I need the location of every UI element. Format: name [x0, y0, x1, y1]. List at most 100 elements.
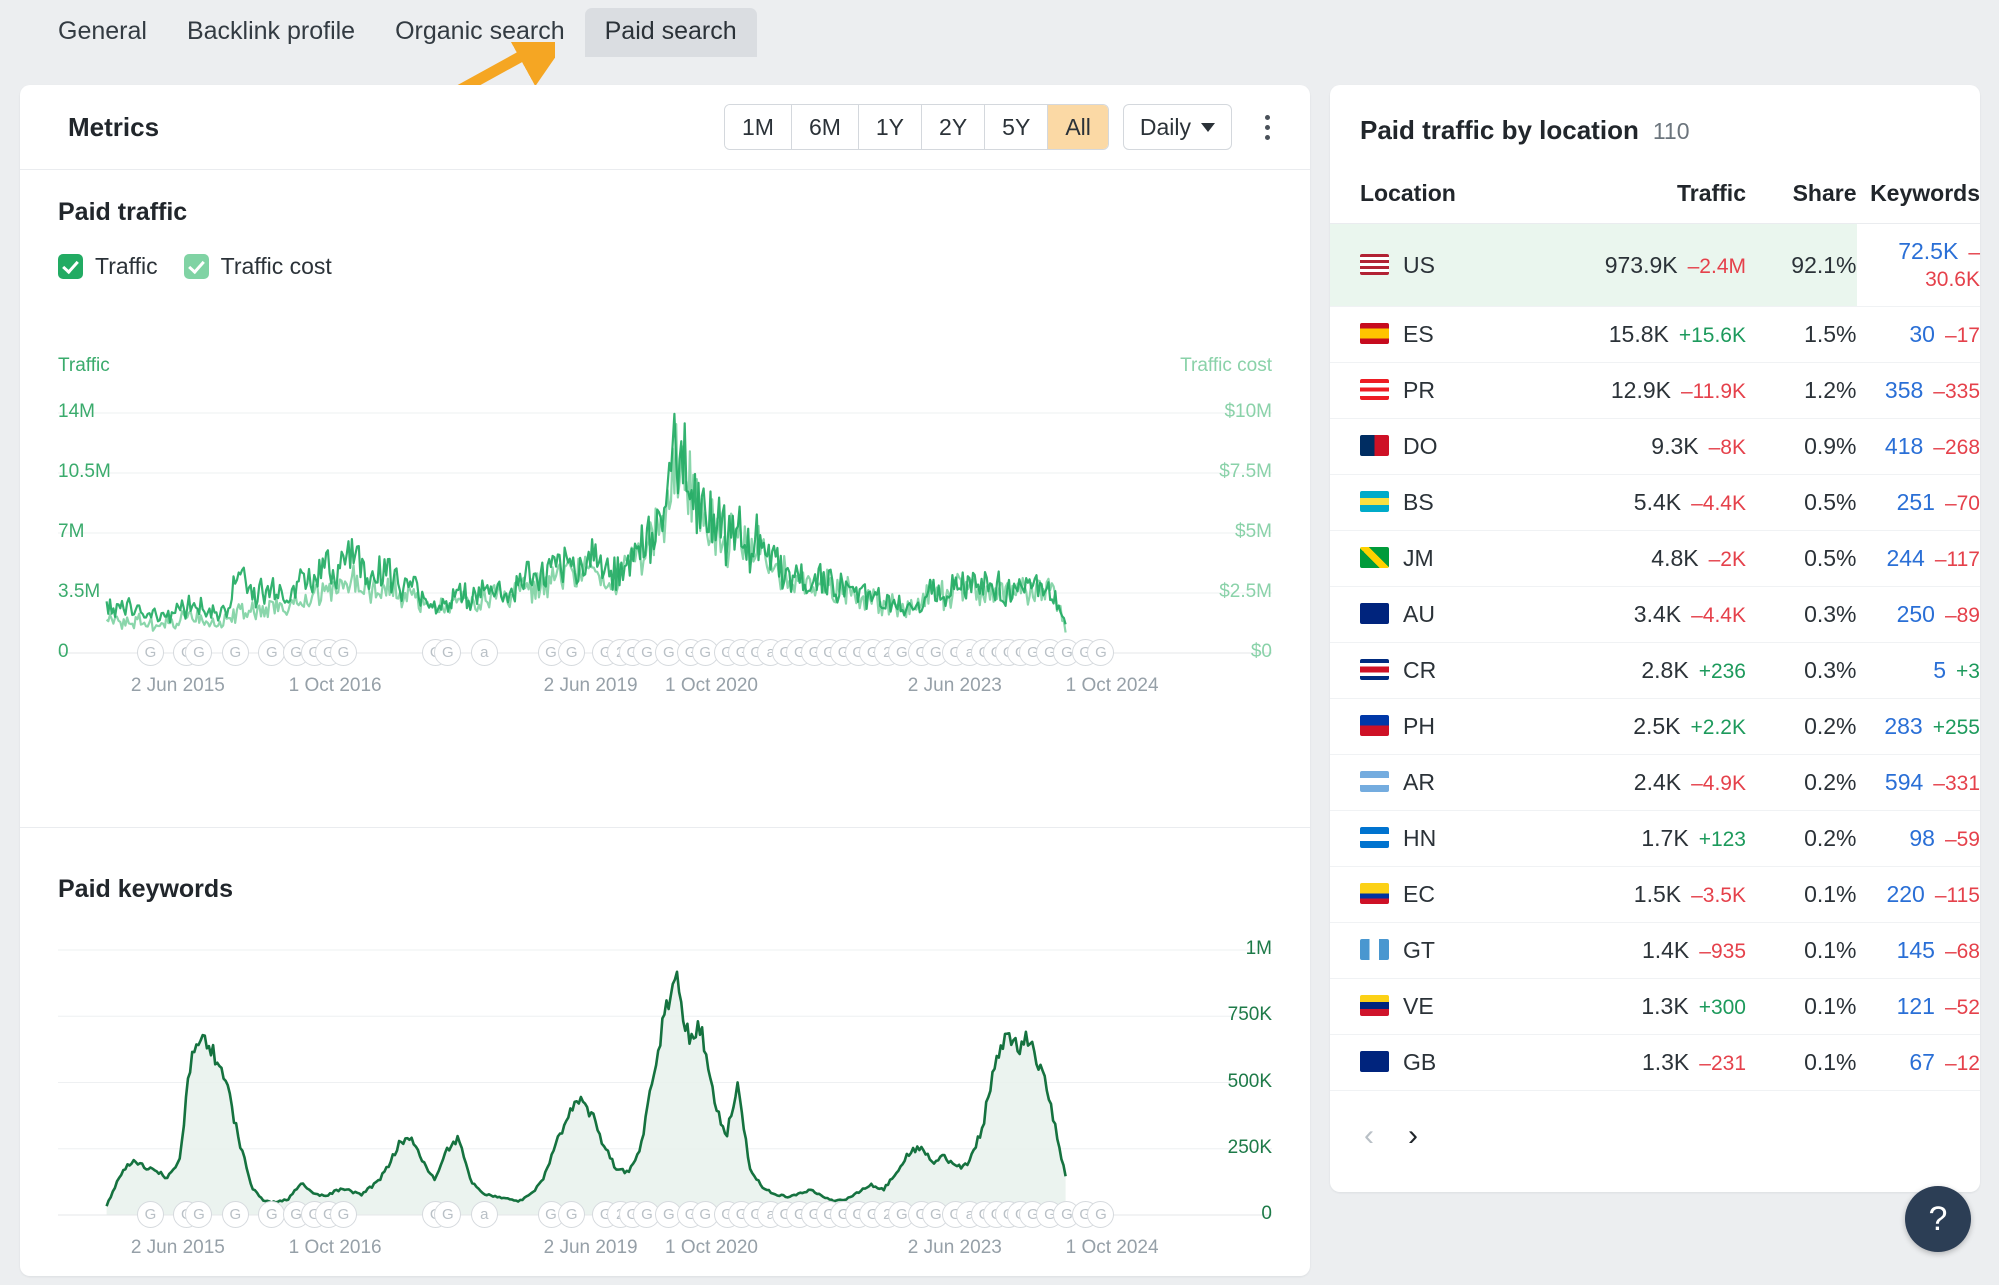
keywords-value[interactable]: 98 — [1909, 825, 1935, 851]
table-row[interactable]: ES15.8K+15.6K1.5%30–17 — [1330, 307, 1980, 363]
range-button-2y[interactable]: 2Y — [922, 105, 985, 149]
share-cell: 0.1% — [1746, 923, 1857, 979]
google-update-marker[interactable]: a — [471, 1201, 498, 1228]
table-row[interactable]: CR2.8K+2360.3%5+3 — [1330, 643, 1980, 699]
prev-page-button[interactable]: ‹ — [1364, 1121, 1374, 1151]
google-update-marker[interactable]: G — [222, 1201, 249, 1228]
google-update-marker[interactable]: a — [471, 639, 498, 666]
tab-paid-search[interactable]: Paid search — [585, 8, 757, 57]
section-divider — [20, 827, 1310, 828]
keywords-value[interactable]: 67 — [1909, 1049, 1935, 1075]
country-code: DO — [1403, 433, 1438, 459]
legend-toggle-traffic[interactable]: Traffic — [58, 253, 158, 280]
flag-icon-es — [1360, 323, 1389, 344]
table-row[interactable]: BS5.4K–4.4K0.5%251–70 — [1330, 475, 1980, 531]
y-axis-tick-right: $5M — [1235, 521, 1272, 543]
traffic-cell: 1.5K–3.5K — [1551, 867, 1746, 923]
range-button-1y[interactable]: 1Y — [859, 105, 922, 149]
keywords-value[interactable]: 358 — [1885, 377, 1923, 403]
keywords-delta: +3 — [1946, 660, 1980, 683]
keywords-value[interactable]: 30 — [1909, 321, 1935, 347]
y-axis-tick: 0 — [1261, 1203, 1272, 1225]
keywords-value[interactable]: 244 — [1886, 545, 1924, 571]
keywords-value[interactable]: 594 — [1885, 769, 1923, 795]
traffic-delta: –4.9K — [1681, 772, 1746, 795]
paid-keywords-chart[interactable]: 1M750K500K250K02 Jun 20151 Oct 20162 Jun… — [58, 940, 1272, 1285]
share-cell: 0.2% — [1746, 755, 1857, 811]
next-page-button[interactable]: › — [1408, 1121, 1418, 1151]
date-range-selector[interactable]: 1M6M1Y2Y5YAll — [724, 104, 1109, 150]
keywords-value[interactable]: 72.5K — [1898, 238, 1958, 264]
traffic-delta: –2K — [1699, 548, 1746, 571]
google-update-marker[interactable]: G — [558, 639, 585, 666]
paid-keywords-section: Paid keywords — [20, 875, 271, 904]
column-header-traffic[interactable]: Traffic — [1551, 168, 1746, 224]
flag-icon-ec — [1360, 883, 1389, 904]
table-row[interactable]: AR2.4K–4.9K0.2%594–331 — [1330, 755, 1980, 811]
keywords-cell: 98–59 — [1857, 811, 1981, 867]
flag-icon-ph — [1360, 715, 1389, 736]
google-update-marker[interactable]: G — [558, 1201, 585, 1228]
google-update-marker[interactable]: G — [222, 639, 249, 666]
table-row[interactable]: PH2.5K+2.2K0.2%283+255 — [1330, 699, 1980, 755]
google-update-marker[interactable]: G — [330, 1201, 357, 1228]
table-row[interactable]: US973.9K–2.4M92.1%72.5K–30.6K — [1330, 224, 1980, 307]
keywords-value[interactable]: 5 — [1933, 657, 1946, 683]
traffic-value: 4.8K — [1651, 545, 1698, 571]
table-row[interactable]: GB1.3K–2310.1%67–12 — [1330, 1035, 1980, 1091]
tab-organic-search[interactable]: Organic search — [375, 8, 585, 57]
column-header-share[interactable]: Share — [1746, 168, 1857, 224]
traffic-delta: –3.5K — [1681, 884, 1746, 907]
legend-toggle-traffic-cost[interactable]: Traffic cost — [184, 253, 332, 280]
traffic-cell: 2.4K–4.9K — [1551, 755, 1746, 811]
table-row[interactable]: DO9.3K–8K0.9%418–268 — [1330, 419, 1980, 475]
google-update-marker[interactable]: G — [137, 639, 164, 666]
metrics-card: Metrics 1M6M1Y2Y5YAll Daily Paid traffic… — [20, 85, 1310, 1276]
share-cell: 1.5% — [1746, 307, 1857, 363]
flag-icon-hn — [1360, 827, 1389, 848]
google-update-marker[interactable]: G — [330, 639, 357, 666]
range-button-1m[interactable]: 1M — [725, 105, 792, 149]
keywords-cell: 594–331 — [1857, 755, 1981, 811]
keywords-delta: –115 — [1925, 884, 1980, 907]
traffic-cell: 973.9K–2.4M — [1551, 224, 1746, 307]
keywords-value[interactable]: 145 — [1897, 937, 1935, 963]
flag-icon-ar — [1360, 771, 1389, 792]
flag-icon-gt — [1360, 939, 1389, 960]
keywords-cell: 283+255 — [1857, 699, 1981, 755]
table-row[interactable]: EC1.5K–3.5K0.1%220–115 — [1330, 867, 1980, 923]
keywords-value[interactable]: 220 — [1886, 881, 1924, 907]
tab-backlink-profile[interactable]: Backlink profile — [167, 8, 375, 57]
table-row[interactable]: HN1.7K+1230.2%98–59 — [1330, 811, 1980, 867]
table-row[interactable]: GT1.4K–9350.1%145–68 — [1330, 923, 1980, 979]
keywords-cell: 250–89 — [1857, 587, 1981, 643]
column-header-location[interactable]: Location — [1330, 168, 1551, 224]
range-button-6m[interactable]: 6M — [792, 105, 859, 149]
google-update-marker[interactable]: G — [137, 1201, 164, 1228]
table-row[interactable]: JM4.8K–2K0.5%244–117 — [1330, 531, 1980, 587]
flag-icon-au — [1360, 603, 1389, 624]
country-code: CR — [1403, 657, 1436, 683]
keywords-value[interactable]: 251 — [1897, 489, 1935, 515]
keywords-value[interactable]: 418 — [1885, 433, 1923, 459]
paid-traffic-chart[interactable]: 14M10.5M7M3.5M0$10M$7.5M$5M$2.5M$0Traffi… — [58, 403, 1272, 703]
table-row[interactable]: VE1.3K+3000.1%121–52 — [1330, 979, 1980, 1035]
keywords-value[interactable]: 250 — [1897, 601, 1935, 627]
help-button[interactable]: ? — [1905, 1186, 1971, 1252]
keywords-cell: 251–70 — [1857, 475, 1981, 531]
x-axis-tick: 2 Jun 2015 — [131, 1237, 225, 1259]
kebab-menu-icon[interactable] — [1252, 115, 1282, 140]
table-row[interactable]: PR12.9K–11.9K1.2%358–335 — [1330, 363, 1980, 419]
column-header-keywords[interactable]: Keywords — [1857, 168, 1981, 224]
table-row[interactable]: AU3.4K–4.4K0.3%250–89 — [1330, 587, 1980, 643]
keywords-value[interactable]: 283 — [1884, 713, 1922, 739]
keywords-value[interactable]: 121 — [1897, 993, 1935, 1019]
range-button-5y[interactable]: 5Y — [985, 105, 1048, 149]
question-mark-icon: ? — [1929, 1200, 1948, 1239]
share-cell: 1.2% — [1746, 363, 1857, 419]
country-code: JM — [1403, 545, 1434, 571]
range-button-all[interactable]: All — [1048, 105, 1108, 149]
tab-general[interactable]: General — [38, 8, 167, 57]
location-cell: US — [1330, 224, 1551, 307]
granularity-dropdown[interactable]: Daily — [1123, 104, 1232, 150]
